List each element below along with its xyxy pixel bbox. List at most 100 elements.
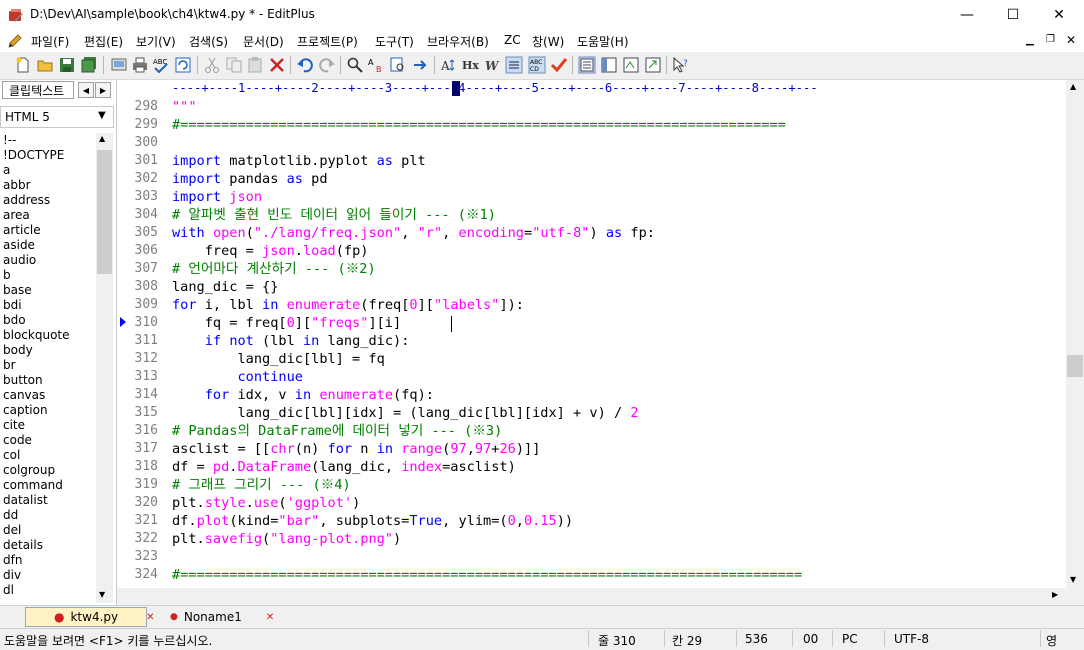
menu-project[interactable]: 프로젝트(P) (297, 33, 358, 50)
cliptext-item[interactable]: canvas (3, 388, 97, 403)
editor-vertical-scrollbar[interactable] (1066, 80, 1084, 588)
cliptext-item[interactable]: address (3, 193, 97, 208)
cliptext-item[interactable]: code (3, 433, 97, 448)
code-line[interactable]: # 알파벳 출현 빈도 데이터 읽어 들이기 --- (※1) (172, 206, 496, 224)
cliptext-tab[interactable]: 클립텍스트 (2, 81, 74, 99)
code-line[interactable]: if not (lbl in lang_dic): (172, 332, 410, 350)
cliptext-item[interactable]: caption (3, 403, 97, 418)
replace-icon[interactable]: AB (368, 56, 386, 74)
mdi-minimize-icon[interactable]: ▁ (1026, 35, 1034, 46)
cliptext-item[interactable]: command (3, 478, 97, 493)
code-line[interactable]: lang_dic[lbl][idx] = (lang_dic[lbl][idx]… (172, 404, 638, 422)
undo-icon[interactable] (296, 56, 314, 74)
find-icon[interactable] (346, 56, 364, 74)
menu-search[interactable]: 검색(S) (189, 33, 228, 50)
line-number-icon[interactable] (505, 56, 523, 74)
code-line[interactable]: lang_dic[lbl] = fq (172, 350, 384, 368)
code-line[interactable]: plt.savefig("lang-plot.png") (172, 530, 401, 548)
code-line[interactable]: plt.style.use('ggplot') (172, 494, 360, 512)
cliptext-item[interactable]: article (3, 223, 97, 238)
cliptext-item[interactable]: !DOCTYPE (3, 148, 97, 163)
cliptext-item[interactable]: bdo (3, 313, 97, 328)
cliptext-item[interactable]: cite (3, 418, 97, 433)
cliptext-item[interactable]: details (3, 538, 97, 553)
code-line[interactable]: #=======================================… (172, 566, 802, 584)
editor-horizontal-scrollbar[interactable] (117, 588, 1066, 605)
find-in-files-icon[interactable] (389, 56, 407, 74)
font-size-icon[interactable]: A (440, 56, 458, 74)
open-folder-icon[interactable] (36, 56, 54, 74)
paste-icon[interactable] (246, 56, 264, 74)
cliptext-item[interactable]: dfn (3, 553, 97, 568)
code-line[interactable]: # Pandas의 DataFrame에 데이터 넣기 --- (※3) (172, 422, 502, 440)
code-line[interactable]: import matplotlib.pyplot as plt (172, 152, 426, 170)
code-line[interactable]: # 언어마다 계산하기 --- (※2) (172, 260, 376, 278)
code-line[interactable]: asclist = [[chr(n) for n in range(97,97+… (172, 440, 540, 458)
cliptext-item[interactable]: datalist (3, 493, 97, 508)
code-line[interactable]: #=======================================… (172, 116, 786, 134)
cliptext-item[interactable]: dd (3, 508, 97, 523)
menu-help[interactable]: 도움말(H) (577, 33, 629, 50)
status-encoding[interactable]: UTF-8 (894, 632, 929, 646)
ftp-upload-icon[interactable] (110, 56, 128, 74)
menu-tools[interactable]: 도구(T) (375, 33, 414, 50)
abc-column-icon[interactable]: ABCCD (528, 56, 546, 74)
cliptext-item[interactable]: bdi (3, 298, 97, 313)
cliptext-item[interactable]: body (3, 343, 97, 358)
code-line[interactable]: df.plot(kind="bar", subplots=True, ylim=… (172, 512, 573, 530)
code-line[interactable]: fq = freq[0]["freqs"][i] (172, 314, 401, 332)
cliptext-item[interactable]: aside (3, 238, 97, 253)
editor-scroll-thumb[interactable] (1067, 355, 1083, 377)
checkmark-icon[interactable] (550, 56, 568, 74)
menu-edit[interactable]: 편집(E) (84, 33, 123, 50)
minimize-button[interactable]: — (944, 0, 990, 30)
maximize-button[interactable]: ☐ (990, 0, 1036, 30)
goto-icon[interactable] (411, 56, 429, 74)
cut-icon[interactable] (203, 56, 221, 74)
browser-preview-icon[interactable] (644, 56, 662, 74)
redo-icon[interactable] (318, 56, 336, 74)
code-line[interactable]: lang_dic = {} (172, 278, 278, 296)
code-line[interactable]: import json (172, 188, 262, 206)
word-wrap-icon[interactable]: W (484, 56, 502, 74)
menu-view[interactable]: 보기(V) (136, 33, 176, 50)
cliptext-item[interactable]: col (3, 448, 97, 463)
next-tab-icon[interactable]: ▶ (95, 82, 111, 98)
cliptext-item[interactable]: blockquote (3, 328, 97, 343)
tab-close-icon[interactable]: ✕ (266, 612, 274, 623)
context-help-icon[interactable]: ? (672, 56, 690, 74)
code-line[interactable]: for i, lbl in enumerate(freq[0]["labels"… (172, 296, 524, 314)
cliptext-item[interactable]: b (3, 268, 97, 283)
menu-window[interactable]: 창(W) (532, 33, 564, 50)
toggle-output-icon[interactable] (600, 56, 618, 74)
status-line-ending[interactable]: PC (842, 632, 858, 646)
code-line[interactable]: # 그래프 그리기 --- (※4) (172, 476, 351, 494)
menu-document[interactable]: 문서(D) (243, 33, 284, 50)
scroll-up-icon[interactable]: ▲ (1070, 82, 1076, 91)
prev-tab-icon[interactable]: ◀ (78, 82, 94, 98)
cliptext-item[interactable]: base (3, 283, 97, 298)
spell-check-icon[interactable]: ABC (152, 56, 170, 74)
mdi-close-icon[interactable]: ✕ (1066, 33, 1076, 47)
chevron-down-icon[interactable]: ▼ (98, 110, 106, 121)
mdi-restore-icon[interactable]: ❐ (1046, 34, 1055, 45)
cliptext-item[interactable]: colgroup (3, 463, 97, 478)
copy-icon[interactable] (225, 56, 243, 74)
print-icon[interactable] (131, 56, 149, 74)
cliptext-item[interactable]: dl (3, 583, 97, 598)
new-file-icon[interactable] (14, 56, 32, 74)
cliptext-item[interactable]: abbr (3, 178, 97, 193)
code-line[interactable]: continue (172, 368, 302, 386)
code-line[interactable]: """ (172, 98, 197, 116)
tab-ktw4-py[interactable]: ● ktw4.py ✕ (25, 607, 155, 627)
cliptext-icon[interactable] (622, 56, 640, 74)
scroll-up-icon[interactable]: ▲ (99, 134, 105, 143)
menu-file[interactable]: 파일(F) (31, 33, 69, 50)
save-icon[interactable] (58, 56, 76, 74)
tab-noname1[interactable]: ● Noname1 ✕ (150, 607, 274, 627)
close-button[interactable]: ✕ (1036, 0, 1082, 30)
tab-scroll-left-icon[interactable] (4, 610, 16, 621)
code-line[interactable]: freq = json.load(fp) (172, 242, 369, 260)
cliptext-item[interactable]: button (3, 373, 97, 388)
refresh-icon[interactable] (174, 56, 192, 74)
